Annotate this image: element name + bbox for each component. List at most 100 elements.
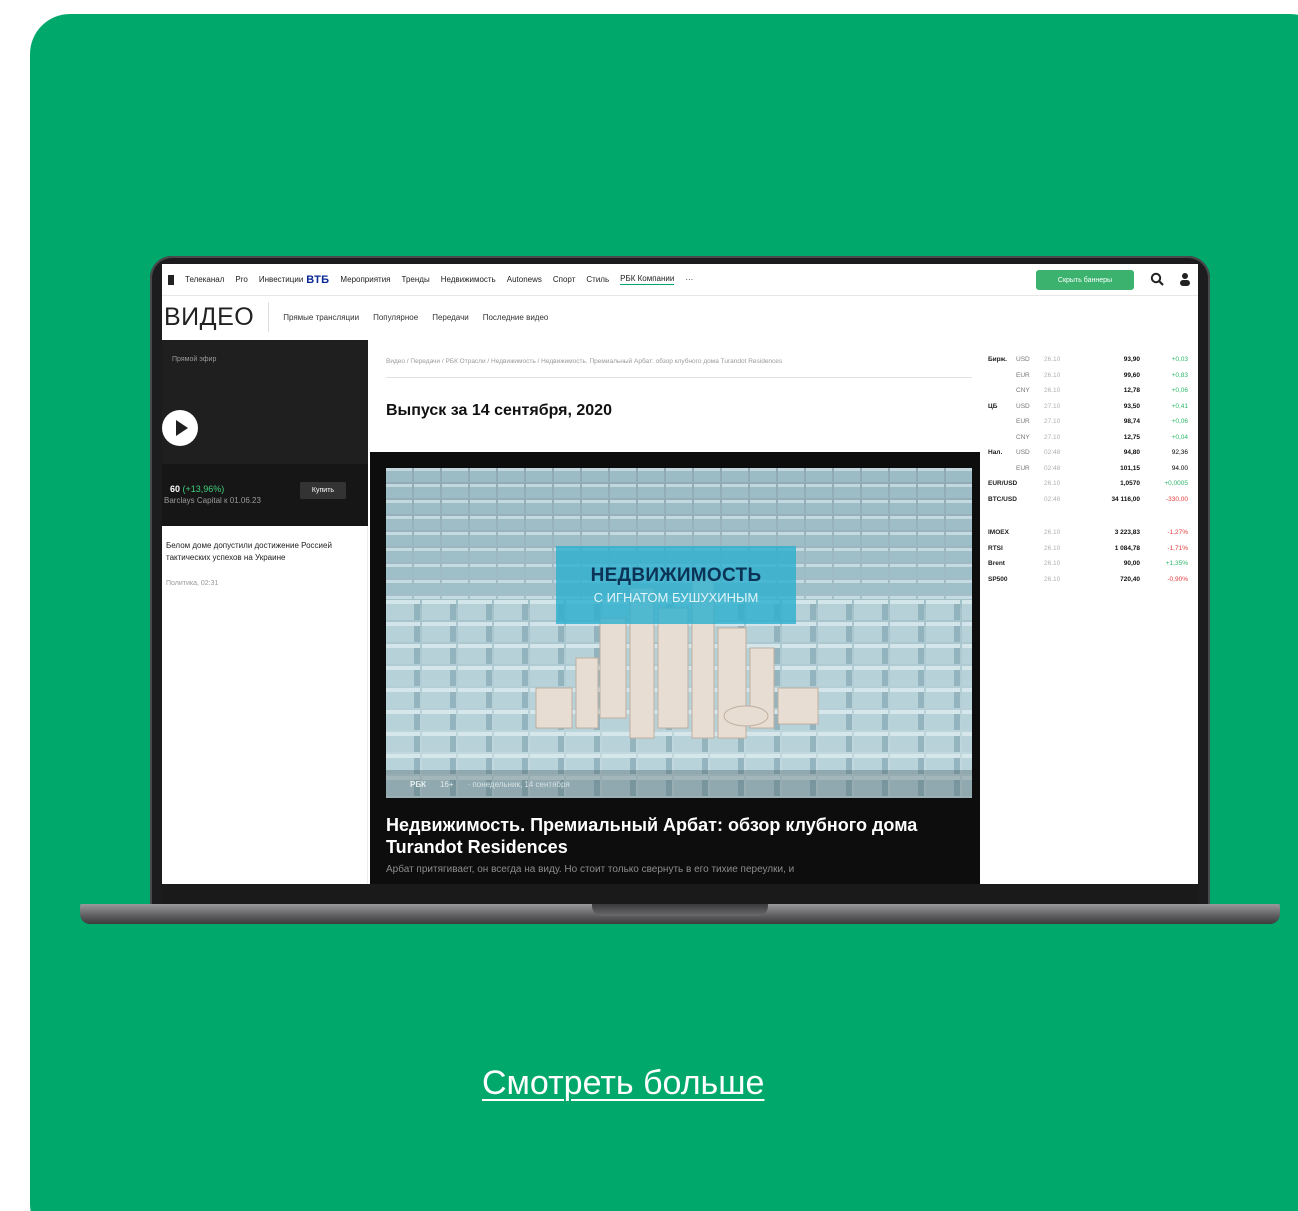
rate-row[interactable]: RTSI 26.10 1 084,78 -1,71% — [980, 545, 1198, 561]
video-date: · понедельник, 14 сентября — [467, 779, 570, 789]
rate-group: ЦБ — [988, 402, 998, 410]
age-badge: 16+ — [439, 779, 454, 789]
rate-change: -1,71% — [1167, 544, 1188, 552]
rate-value: 12,78 — [1123, 387, 1140, 394]
rate-date: 26.10 — [1044, 544, 1061, 552]
section-title[interactable]: ВИДЕО — [162, 302, 270, 332]
rate-row[interactable]: ЦБ USD 27.10 93,50 +0,41 — [980, 403, 1198, 419]
nav-more-button[interactable]: ··· — [685, 275, 693, 284]
rate-row[interactable]: EUR 02:48 101,15 94.00 — [980, 465, 1198, 481]
rate-date: 26.10 — [1044, 480, 1061, 487]
rate-row[interactable]: Бирж. USD 26.10 93,90 +0,03 — [980, 356, 1198, 372]
nav-item-tv[interactable]: Телеканал — [185, 275, 224, 284]
rbc-mini-logo: РБК — [410, 779, 426, 789]
nav-item-events[interactable]: Мероприятия — [340, 275, 390, 284]
rate-row[interactable]: CNY 26.10 12,78 +0,06 — [980, 387, 1198, 403]
rate-change: +0,06 — [1171, 387, 1188, 394]
rates-spacer — [980, 511, 1198, 529]
rate-row[interactable]: BTC/USD 02:48 34 116,00 -330,00 — [980, 496, 1198, 512]
rate-change: -330,00 — [1165, 495, 1188, 503]
issue-title: Выпуск за 14 сентября, 2020 — [386, 402, 612, 419]
section-link-shows[interactable]: Передачи — [432, 313, 469, 322]
rate-change: +0,04 — [1171, 433, 1188, 441]
rate-group: EUR/USD — [988, 480, 1018, 487]
user-icon[interactable] — [1180, 272, 1190, 286]
rate-value: 93,90 — [1123, 356, 1140, 363]
rate-date: 27.10 — [1044, 402, 1061, 410]
rate-date: 26.10 — [1044, 575, 1061, 583]
rate-change: +0,06 — [1171, 418, 1188, 425]
nav-item-style[interactable]: Стиль — [586, 275, 609, 284]
rate-row[interactable]: Нал. USD 02:48 94,80 92,36 — [980, 449, 1198, 465]
section-link-popular[interactable]: Популярное — [373, 313, 418, 322]
article-title[interactable]: Недвижимость. Премиальный Арбат: обзор к… — [386, 814, 972, 858]
rate-date: 02:48 — [1044, 495, 1061, 503]
rate-change: -1,27% — [1167, 529, 1188, 536]
rate-change: +1,35% — [1165, 560, 1188, 567]
rate-date: 27.10 — [1044, 418, 1061, 425]
laptop-screen: Телеканал Pro Инвестиции ВТБ Мероприятия… — [162, 264, 1198, 884]
rate-currency: EUR — [1016, 418, 1030, 425]
rate-row[interactable]: CNY 27.10 12,75 +0,04 — [980, 434, 1198, 450]
nav-item-autonews[interactable]: Autonews — [507, 275, 542, 284]
vtb-logo[interactable]: ВТБ — [306, 274, 329, 286]
rate-change: 94.00 — [1171, 464, 1188, 472]
rate-value: 1,0570 — [1120, 480, 1140, 487]
section-link-latest[interactable]: Последние видео — [483, 313, 549, 322]
rate-value: 99,60 — [1123, 371, 1140, 379]
laptop-notch — [592, 904, 768, 916]
rate-group: Brent — [988, 560, 1005, 567]
rate-row[interactable]: EUR 27.10 98,74 +0,06 — [980, 418, 1198, 434]
rate-currency: EUR — [1016, 464, 1030, 472]
search-icon[interactable] — [1150, 272, 1164, 286]
rate-change: +0,03 — [1171, 356, 1188, 363]
rate-date: 26.10 — [1044, 356, 1061, 363]
rate-date: 27.10 — [1044, 433, 1061, 441]
rate-value: 12,75 — [1123, 433, 1140, 441]
rbc-logo-icon[interactable] — [168, 274, 174, 285]
news-meta: Политика, 02:31 — [166, 580, 219, 587]
live-label: Прямой эфир — [172, 356, 217, 363]
section-link-live[interactable]: Прямые трансляции — [283, 313, 359, 322]
rate-value: 3 223,83 — [1114, 529, 1140, 536]
rate-row[interactable]: Brent 26.10 90,00 +1,35% — [980, 560, 1198, 576]
rate-value: 94,80 — [1123, 449, 1140, 456]
rate-currency: USD — [1016, 356, 1030, 363]
rate-value: 1 084,78 — [1114, 544, 1140, 552]
video-thumbnail[interactable]: НЕДВИЖИМОСТЬ С ИГНАТОМ БУШУХИНЫМ РБК 16+… — [386, 468, 972, 798]
rate-change: -0,90% — [1167, 575, 1188, 583]
rate-value: 98,74 — [1123, 418, 1140, 425]
nav-item-investments[interactable]: Инвестиции — [259, 275, 303, 284]
news-headline[interactable]: Белом доме допустили достижение Россией … — [166, 540, 362, 564]
ticker-note: Barclays Capital к 01.06.23 — [164, 496, 261, 505]
buy-button[interactable]: Купить — [300, 482, 346, 499]
play-icon[interactable] — [162, 410, 198, 446]
show-subtitle: С ИГНАТОМ БУШУХИНЫМ — [593, 590, 759, 605]
top-nav: Телеканал Pro Инвестиции ВТБ Мероприятия… — [162, 264, 1198, 296]
hide-banners-button[interactable]: Скрыть баннеры — [1036, 270, 1134, 290]
rate-change: +0,0005 — [1164, 480, 1188, 487]
rate-currency: CNY — [1016, 387, 1030, 394]
rate-currency: CNY — [1016, 433, 1030, 441]
rate-group: IMOEX — [988, 529, 1009, 536]
rate-row[interactable]: IMOEX 26.10 3 223,83 -1,27% — [980, 529, 1198, 545]
nav-item-trends[interactable]: Тренды — [402, 275, 430, 284]
nav-item-realty[interactable]: Недвижимость — [441, 275, 496, 284]
rate-row[interactable]: SP500 26.10 720,40 -0,90% — [980, 576, 1198, 592]
nav-item-rbc-companies[interactable]: РБК Компании — [620, 274, 675, 285]
see-more-link[interactable]: Смотреть больше — [482, 1064, 764, 1103]
rate-date: 26.10 — [1044, 371, 1061, 379]
rate-value: 101,15 — [1120, 464, 1140, 472]
rate-change: 92,36 — [1171, 449, 1188, 456]
rate-row[interactable]: EUR 26.10 99,60 +0,83 — [980, 372, 1198, 388]
rate-row[interactable]: EUR/USD 26.10 1,0570 +0,0005 — [980, 480, 1198, 496]
video-caption-bar: РБК 16+ · понедельник, 14 сентября — [386, 770, 972, 798]
rate-group: RTSI — [988, 544, 1003, 552]
nav-item-sport[interactable]: Спорт — [553, 275, 576, 284]
breadcrumb[interactable]: Видео / Передачи / РБК Отрасли / Недвижи… — [386, 358, 972, 378]
ticker-panel: 60 (+13,96%) Barclays Capital к 01.06.23… — [162, 464, 368, 526]
nav-item-pro[interactable]: Pro — [235, 275, 247, 284]
rate-date: 02:48 — [1044, 449, 1061, 456]
rate-group: Нал. — [988, 449, 1003, 456]
video-player[interactable]: НЕДВИЖИМОСТЬ С ИГНАТОМ БУШУХИНЫМ РБК 16+… — [370, 452, 980, 884]
